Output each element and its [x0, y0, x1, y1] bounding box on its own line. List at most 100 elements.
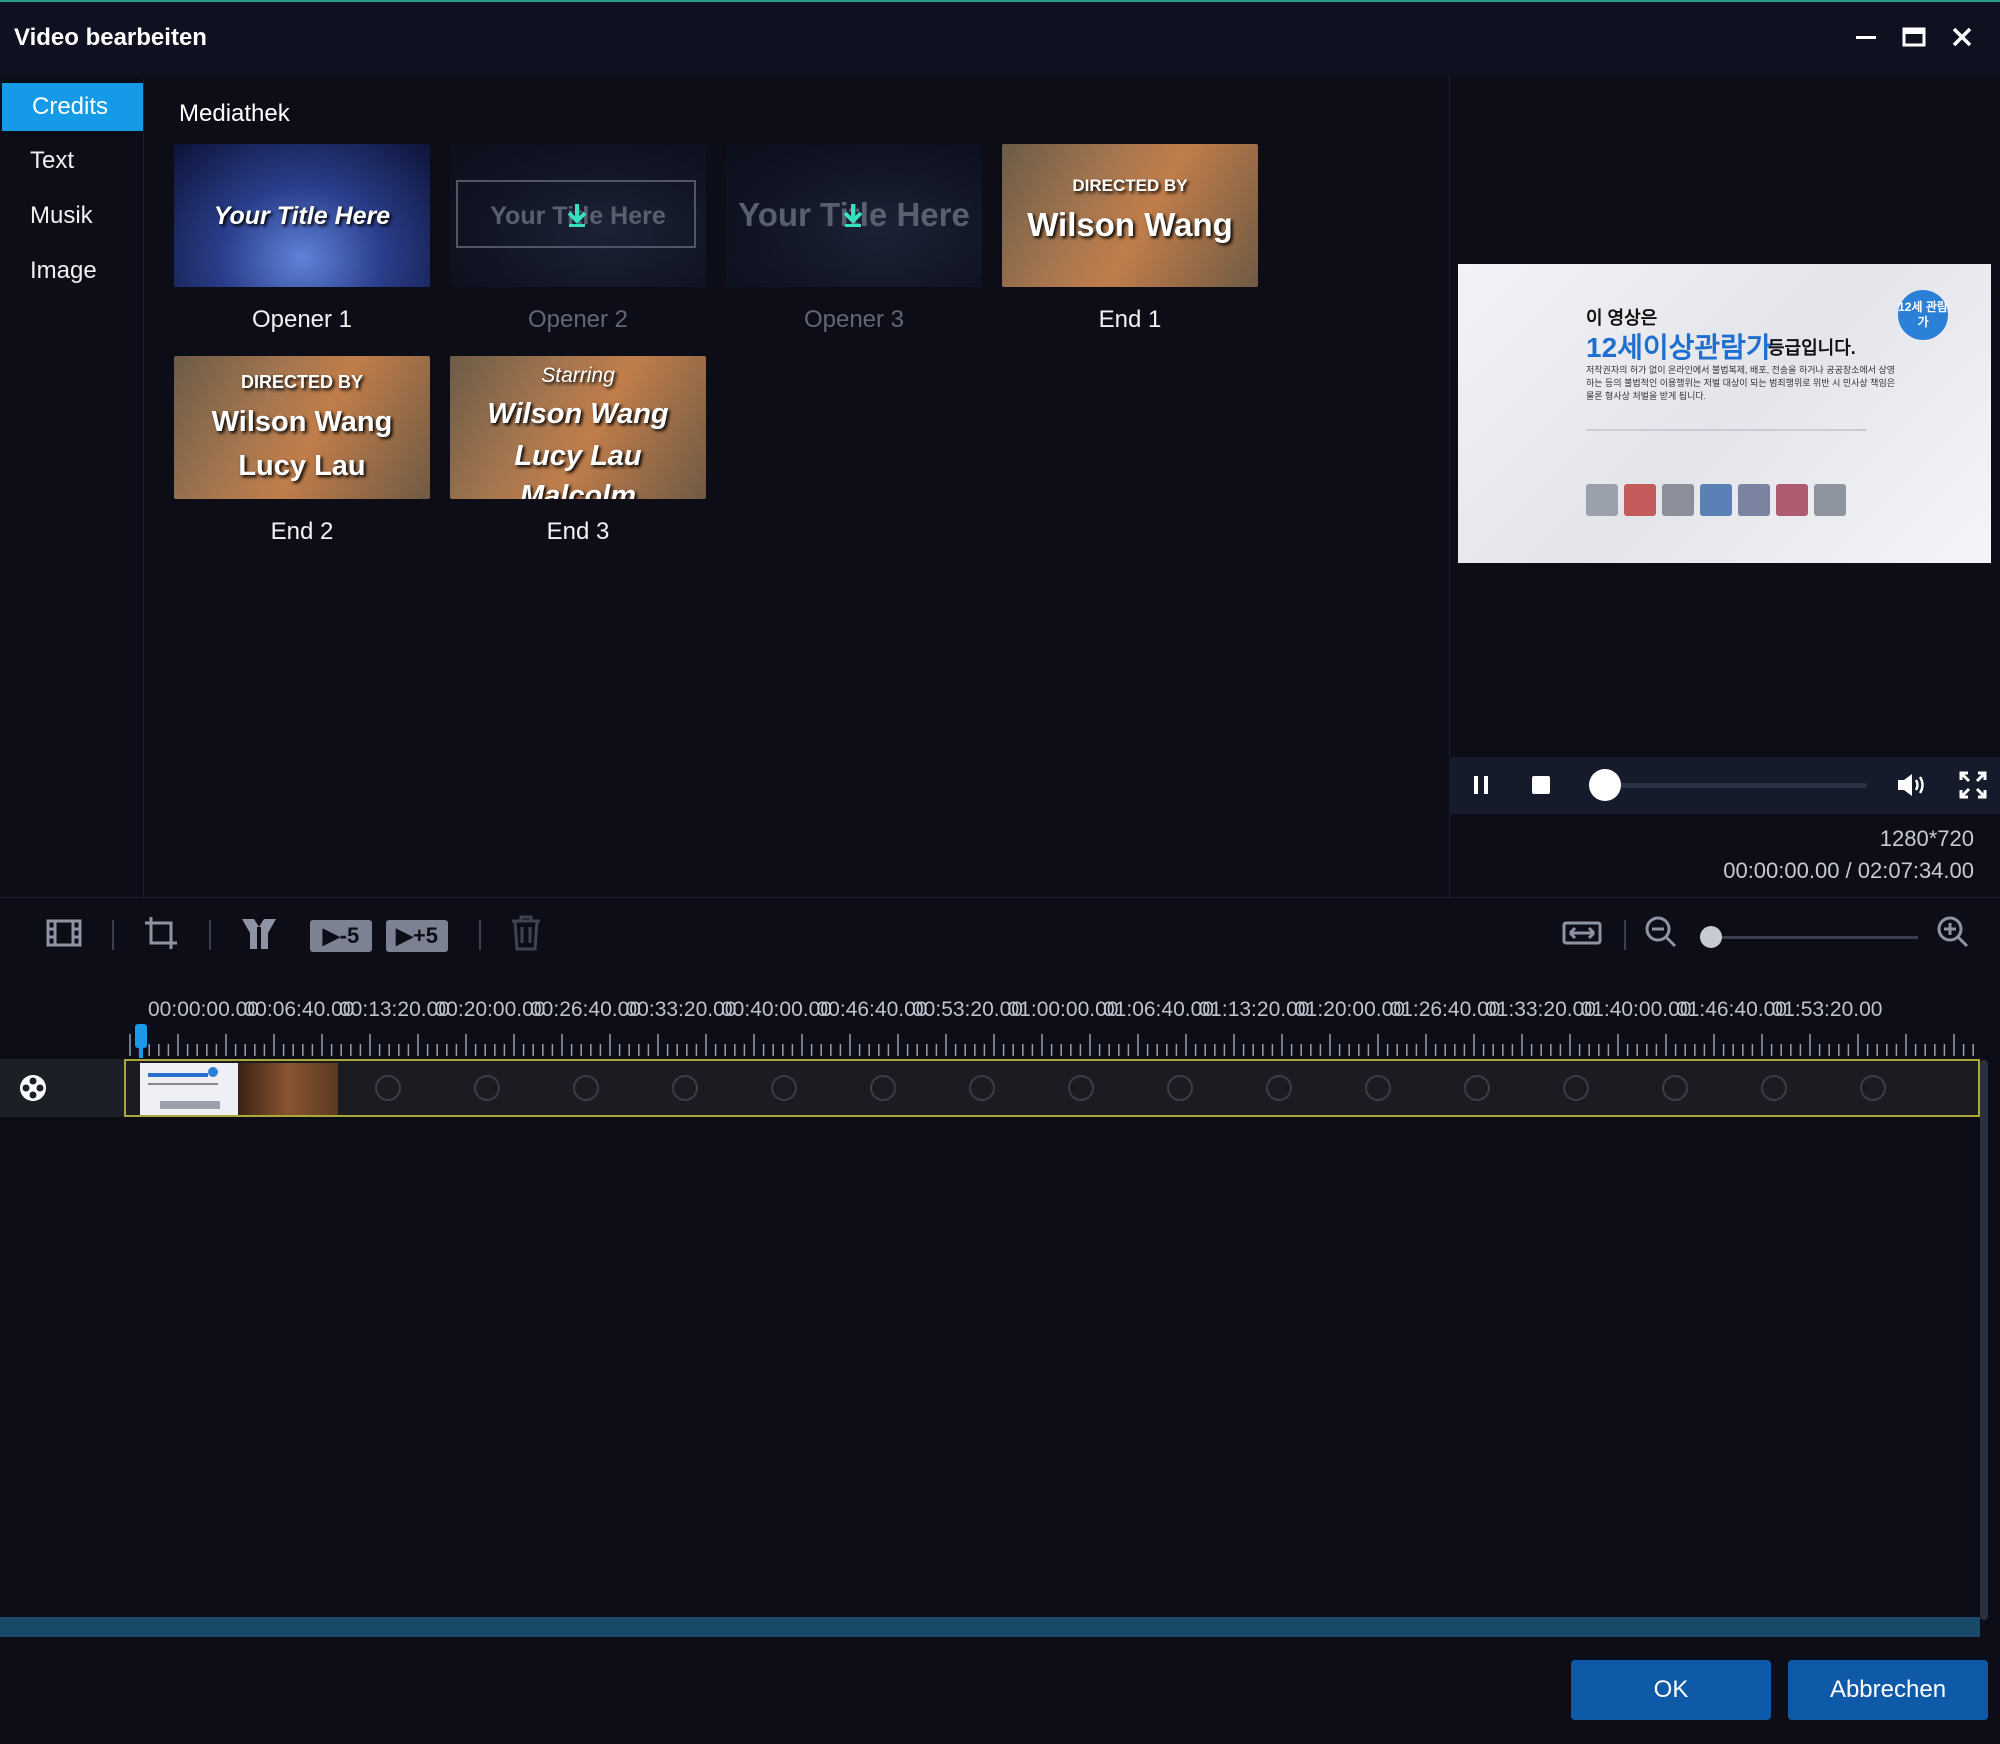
- close-icon[interactable]: [1940, 20, 1984, 60]
- ruler-label: 00:40:00.00: [721, 998, 832, 1021]
- vertical-scrollbar[interactable]: [1980, 1060, 1988, 1620]
- rewind-5-button[interactable]: ▶-5: [310, 920, 372, 952]
- playhead-handle[interactable]: [133, 1024, 149, 1063]
- split-icon[interactable]: [240, 915, 278, 955]
- ruler-label: 00:06:40.00: [243, 998, 355, 1021]
- category-icon: [1662, 484, 1694, 516]
- ok-button[interactable]: OK: [1571, 1660, 1771, 1720]
- thumb-line: Wilson Wang: [211, 406, 393, 438]
- ruler-label: 00:33:20.00: [625, 998, 737, 1021]
- play-small-icon: ▶: [322, 923, 340, 948]
- thumb-title: Wilson Wang: [1027, 206, 1233, 243]
- divider: [479, 920, 481, 950]
- placeholder-reel: [1464, 1075, 1490, 1101]
- placeholder-reel: [1167, 1075, 1193, 1101]
- clip-thumbnail-movie[interactable]: [238, 1063, 338, 1115]
- template-caption: Opener 2: [527, 306, 629, 333]
- clip-thumbnail-rating[interactable]: [140, 1063, 238, 1115]
- ruler-label: 00:26:40.00: [530, 998, 641, 1021]
- ruler-label: 00:53:20.00: [912, 998, 1023, 1021]
- download-icon[interactable]: [566, 202, 588, 233]
- text-line: [148, 1073, 208, 1077]
- thumb-subtitle: DIRECTED BY: [240, 372, 363, 392]
- ruler-label: 01:46:40.00: [1676, 998, 1787, 1021]
- maximize-icon[interactable]: [1892, 20, 1936, 60]
- library-heading: Mediathek: [179, 100, 290, 127]
- crop-icon[interactable]: [143, 915, 179, 955]
- pause-icon[interactable]: [1469, 773, 1493, 802]
- rating-line-2-suffix: 등급입니다.: [1768, 338, 1856, 358]
- template-opener-1[interactable]: Your Title Here: [174, 144, 430, 287]
- zoom-out-icon[interactable]: [1644, 915, 1678, 955]
- sidebar-item-credits[interactable]: Credits: [2, 83, 143, 131]
- placeholder-reel: [1662, 1075, 1688, 1101]
- thumb-line: Lucy Lau: [238, 450, 366, 482]
- title-bar: Video bearbeiten: [0, 0, 2000, 77]
- template-caption: Opener 3: [803, 306, 905, 333]
- rating-body: 저작권자의 허가 없이 온라인에서 불법복제, 배포, 전송을 하거나 공공장소…: [1586, 365, 1896, 401]
- video-track-header: [0, 1059, 124, 1117]
- empty-track-placeholders: [375, 1075, 1886, 1101]
- cancel-button[interactable]: Abbrechen: [1788, 1660, 1988, 1720]
- volume-icon[interactable]: [1895, 771, 1925, 804]
- ruler-label: 01:13:20.00: [1198, 998, 1310, 1021]
- ruler-label: 01:40:00.00: [1580, 998, 1692, 1021]
- video-track[interactable]: [124, 1059, 1980, 1117]
- thumb-subtitle: Starring: [541, 364, 615, 387]
- placeholder-reel: [1860, 1075, 1886, 1101]
- fullscreen-icon[interactable]: [1959, 771, 1987, 804]
- zoom-handle[interactable]: [1700, 926, 1722, 948]
- sidebar-item-text[interactable]: Text: [0, 137, 143, 185]
- zoom-in-icon[interactable]: [1936, 915, 1970, 955]
- forward-5-button[interactable]: ▶+5: [386, 920, 448, 952]
- playback-handle[interactable]: [1589, 769, 1621, 801]
- placeholder-reel: [1563, 1075, 1589, 1101]
- ruler-label: 01:20:00.00: [1294, 998, 1405, 1021]
- placeholder-reel: [474, 1075, 500, 1101]
- category-icon: [1700, 484, 1732, 516]
- video-preview: 이 영상은 12세이상관람가 등급입니다. 저작권자의 허가 없이 온라인에서 …: [1458, 264, 1991, 563]
- rewind-5-label: -5: [339, 923, 360, 948]
- fit-timeline-icon[interactable]: [1562, 915, 1602, 955]
- ruler-label: 00:20:00.00: [434, 998, 546, 1021]
- text-line: [148, 1083, 218, 1085]
- category-icon: [1624, 484, 1656, 516]
- ruler-label: 01:33:20.00: [1485, 998, 1596, 1021]
- sidebar-item-musik[interactable]: Musik: [0, 192, 143, 240]
- rating-badge-mini: [208, 1067, 218, 1077]
- zoom-slider[interactable]: [1700, 926, 1918, 948]
- resolution-readout: 1280*720: [1879, 826, 1974, 851]
- window-title: Video bearbeiten: [14, 24, 207, 51]
- film-icon[interactable]: [46, 915, 82, 955]
- trash-icon[interactable]: [510, 915, 542, 955]
- template-caption: End 3: [546, 518, 610, 545]
- time-readout: 00:00:00.00 / 02:07:34.00: [1723, 858, 1974, 883]
- template-end-2[interactable]: DIRECTED BY Wilson Wang Lucy Lau: [174, 356, 430, 499]
- placeholder-reel: [969, 1075, 995, 1101]
- category-icon: [1776, 484, 1808, 516]
- export-progress-bar: [0, 1617, 1980, 1637]
- rating-line-2: 12세이상관람가: [1586, 332, 1772, 363]
- rating-badge: 12세 관람가: [1898, 290, 1948, 340]
- minimize-icon[interactable]: [1844, 20, 1888, 60]
- thumb-line: Malcolm: [519, 480, 637, 499]
- forward-5-label: +5: [412, 923, 438, 948]
- ruler-label: 01:06:40.00: [1103, 998, 1214, 1021]
- stop-icon[interactable]: [1529, 773, 1553, 802]
- ruler-label: 01:26:40.00: [1389, 998, 1501, 1021]
- playback-slider[interactable]: [1589, 769, 1867, 801]
- placeholder-reel: [1761, 1075, 1787, 1101]
- ruler-label: 00:00:00.00: [148, 998, 259, 1021]
- thumb-line: Wilson Wang: [487, 398, 669, 430]
- divider: [112, 920, 114, 950]
- rating-icon-row: [1586, 484, 1866, 516]
- divider: [1624, 920, 1626, 950]
- divider: [1586, 429, 1866, 431]
- placeholder-reel: [375, 1075, 401, 1101]
- category-icon: [1738, 484, 1770, 516]
- template-end-3[interactable]: Starring Wilson Wang Lucy Lau Malcolm: [450, 356, 706, 499]
- sidebar-item-image[interactable]: Image: [0, 247, 143, 295]
- template-end-1[interactable]: DIRECTED BY Wilson Wang: [1002, 144, 1258, 287]
- thumb-title: Your Title Here: [213, 202, 391, 230]
- download-icon[interactable]: [842, 202, 864, 233]
